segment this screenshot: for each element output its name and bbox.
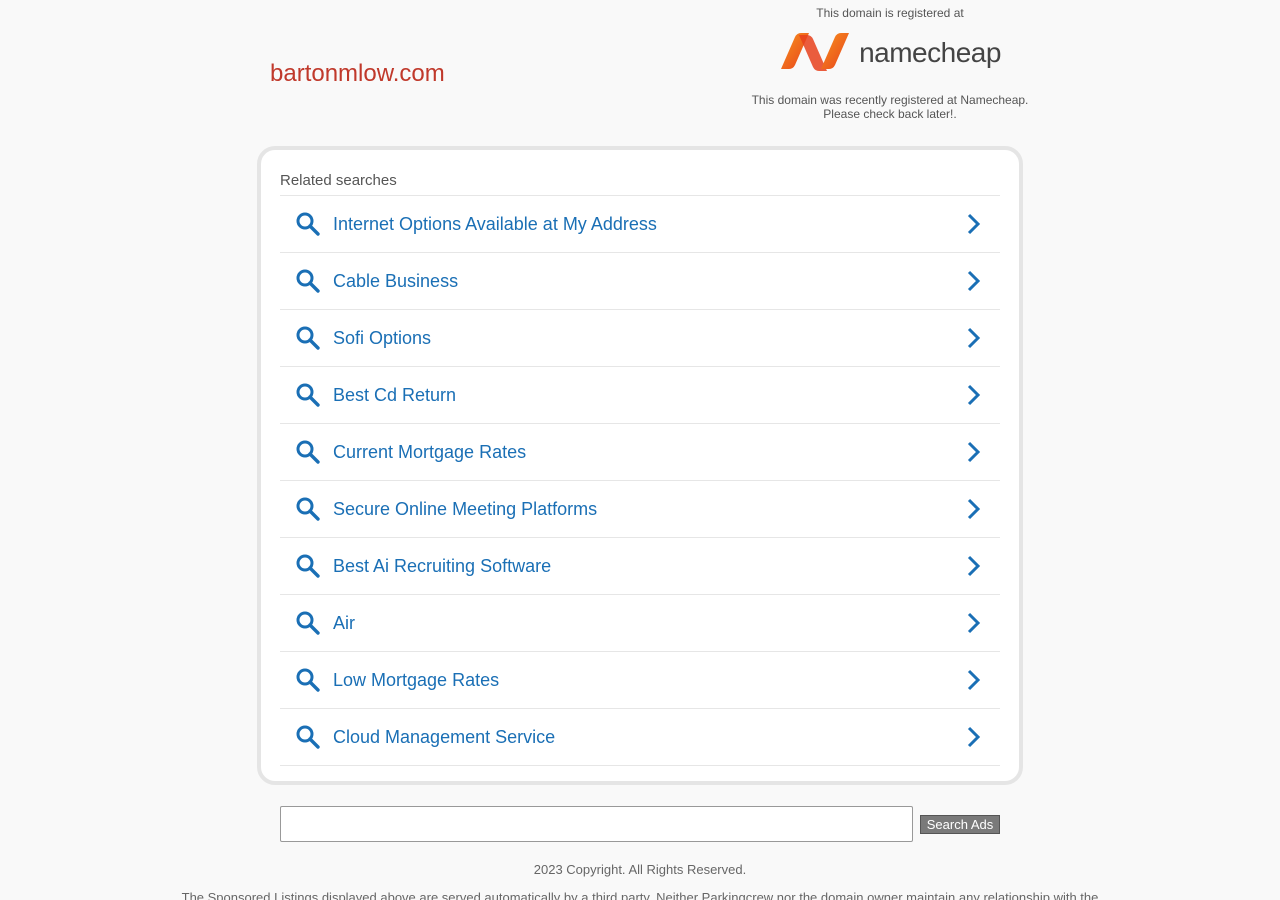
related-search-label[interactable]: Internet Options Available at My Address xyxy=(333,214,966,235)
chevron-right-icon xyxy=(966,441,982,463)
search-icon xyxy=(295,496,321,522)
namecheap-logo-icon xyxy=(779,31,851,76)
namecheap-logo[interactable]: namecheap xyxy=(740,32,1040,74)
related-search-label[interactable]: Best Cd Return xyxy=(333,385,966,406)
related-search-item[interactable]: Secure Online Meeting Platforms xyxy=(280,481,1000,538)
related-search-label[interactable]: Low Mortgage Rates xyxy=(333,670,966,691)
chevron-right-icon xyxy=(966,555,982,577)
search-icon xyxy=(295,382,321,408)
search-input[interactable] xyxy=(280,806,913,842)
chevron-right-icon xyxy=(966,669,982,691)
chevron-right-icon xyxy=(966,726,982,748)
related-search-item[interactable]: Best Ai Recruiting Software xyxy=(280,538,1000,595)
registrar-block: This domain is registered at namecheap T… xyxy=(740,6,1040,121)
related-search-label[interactable]: Current Mortgage Rates xyxy=(333,442,966,463)
related-search-label[interactable]: Cloud Management Service xyxy=(333,727,966,748)
search-icon xyxy=(295,268,321,294)
related-search-item[interactable]: Current Mortgage Rates xyxy=(280,424,1000,481)
related-search-label[interactable]: Sofi Options xyxy=(333,328,966,349)
registrar-name: namecheap xyxy=(859,37,1001,68)
chevron-right-icon xyxy=(966,327,982,349)
search-icon xyxy=(295,211,321,237)
related-search-item[interactable]: Air xyxy=(280,595,1000,652)
parked-domain-page: bartonmlow.com This domain is registered… xyxy=(0,0,1280,900)
related-search-item[interactable]: Low Mortgage Rates xyxy=(280,652,1000,709)
search-icon xyxy=(295,325,321,351)
notice-line-1: This domain was recently registered at N… xyxy=(751,93,1029,107)
related-searches-panel: Related searches Internet Options Availa… xyxy=(257,146,1023,785)
registered-at-text: This domain is registered at xyxy=(816,6,964,20)
search-icon xyxy=(295,553,321,579)
related-searches-list: Internet Options Available at My Address… xyxy=(280,196,1000,766)
search-ads-form: Search Ads xyxy=(280,806,1000,842)
related-search-label[interactable]: Cable Business xyxy=(333,271,966,292)
related-searches-inner: Related searches Internet Options Availa… xyxy=(280,170,1000,766)
related-searches-title: Related searches xyxy=(280,170,1000,196)
domain-name-heading: bartonmlow.com xyxy=(270,60,445,87)
related-search-item[interactable]: Cable Business xyxy=(280,253,1000,310)
search-icon xyxy=(295,667,321,693)
copyright-text: 2023 Copyright. All Rights Reserved. xyxy=(533,862,747,877)
search-icon xyxy=(295,724,321,750)
notice-line-2: Please check back later!. xyxy=(823,107,957,121)
chevron-right-icon xyxy=(966,498,982,520)
related-search-item[interactable]: Cloud Management Service xyxy=(280,709,1000,766)
chevron-right-icon xyxy=(966,384,982,406)
chevron-right-icon xyxy=(966,213,982,235)
search-icon xyxy=(295,610,321,636)
registration-notice: This domain was recently registered at N… xyxy=(740,93,1040,121)
related-search-item[interactable]: Best Cd Return xyxy=(280,367,1000,424)
search-icon xyxy=(295,439,321,465)
chevron-right-icon xyxy=(966,270,982,292)
chevron-right-icon xyxy=(966,612,982,634)
search-ads-button[interactable]: Search Ads xyxy=(920,815,1000,834)
related-search-label[interactable]: Secure Online Meeting Platforms xyxy=(333,499,966,520)
related-search-label[interactable]: Best Ai Recruiting Software xyxy=(333,556,966,577)
related-search-item[interactable]: Internet Options Available at My Address xyxy=(280,196,1000,253)
related-search-item[interactable]: Sofi Options xyxy=(280,310,1000,367)
related-search-label[interactable]: Air xyxy=(333,613,966,634)
disclaimer-text: The Sponsored Listings displayed above a… xyxy=(181,890,1099,900)
